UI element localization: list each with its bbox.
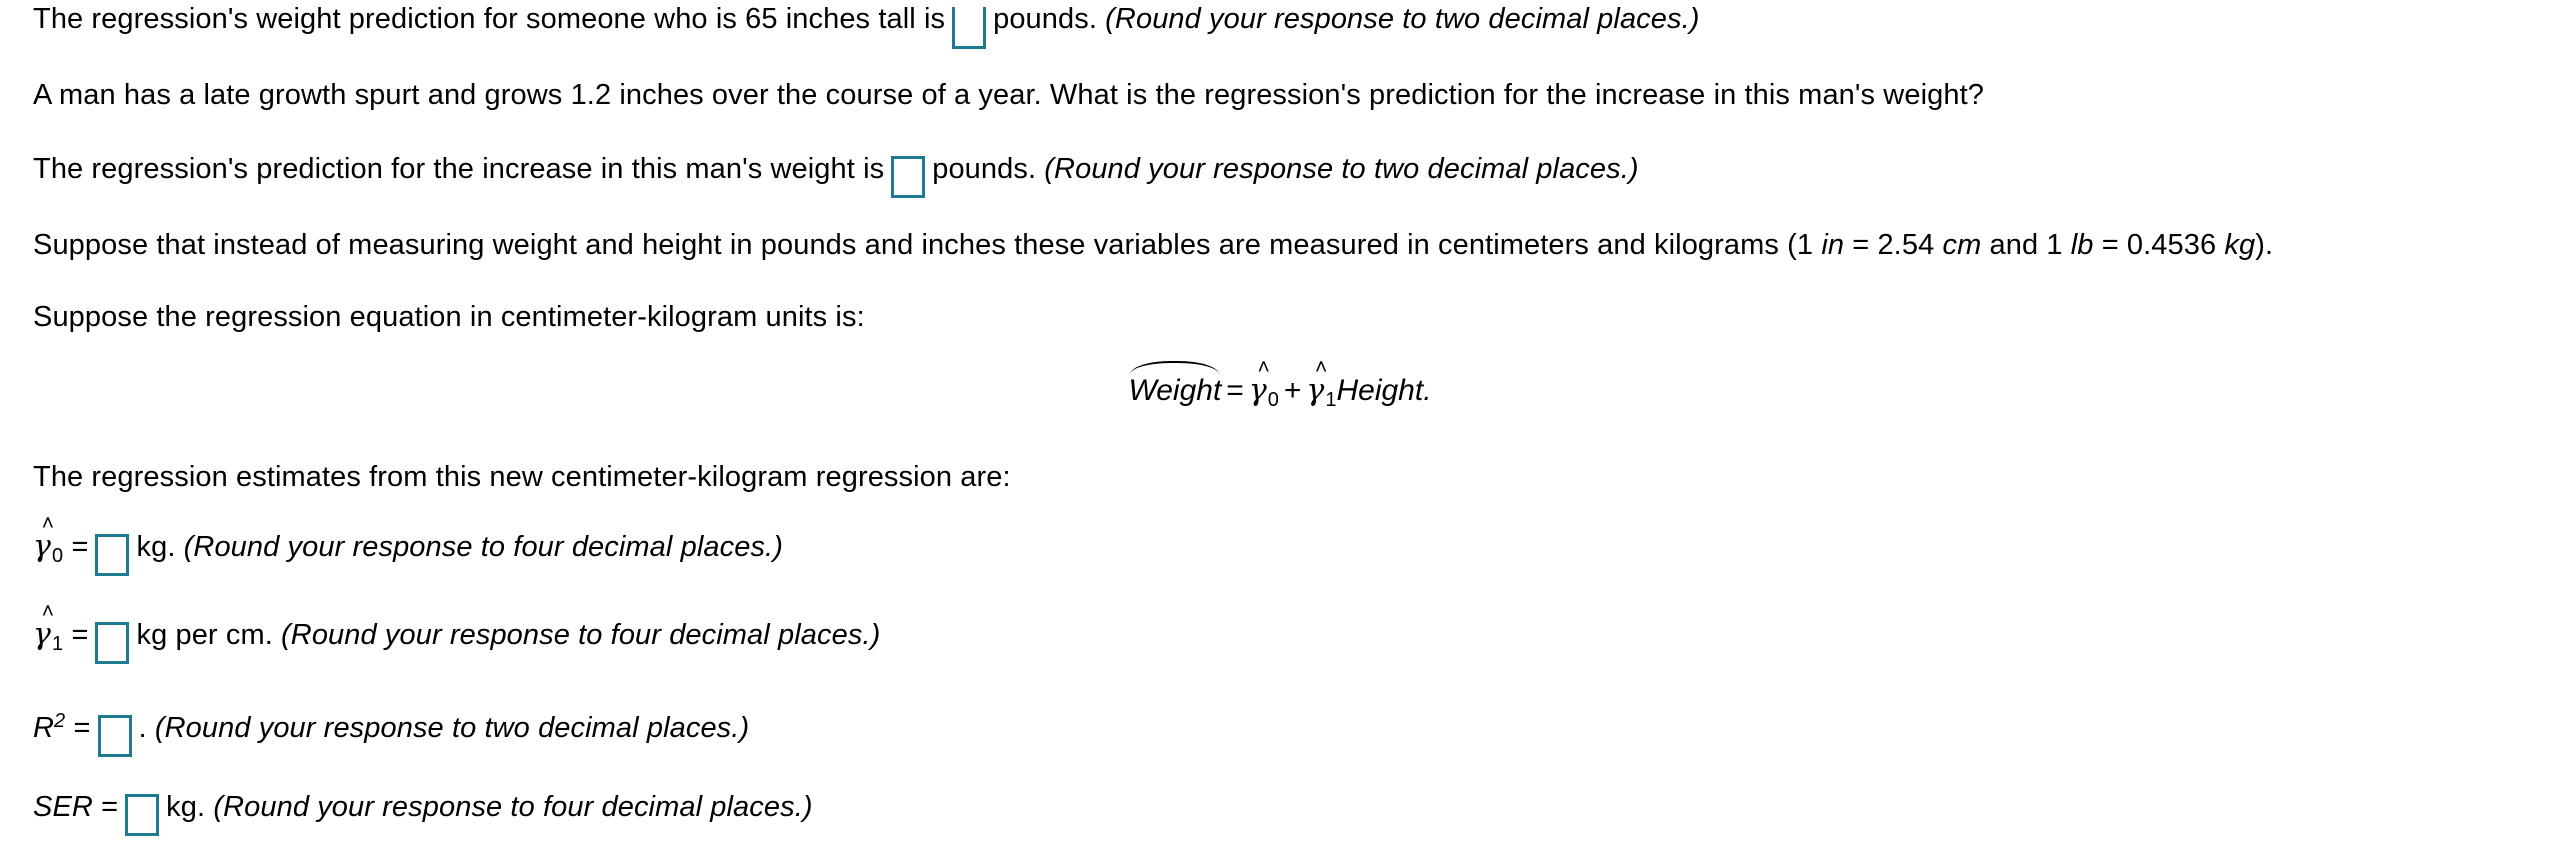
r-squared-label: R2	[33, 710, 66, 744]
hat-accent-icon: ˄	[1315, 356, 1328, 379]
equation-equals-sign: =	[1226, 374, 1244, 407]
line-4-text-part3: and 1	[1989, 229, 2063, 261]
weight-increase-input[interactable]	[891, 155, 926, 198]
r-squared-equals-sign: =	[73, 712, 91, 744]
line-1-prompt-text: The regression's weight prediction for s…	[33, 3, 946, 35]
line-1-unit-text: pounds.	[993, 3, 1097, 35]
gamma0-hat-label: ˄ γ0	[33, 513, 64, 567]
gamma0-unit-label: kg.	[136, 531, 176, 563]
weight-prediction-input[interactable]	[952, 7, 987, 49]
ser-input[interactable]	[125, 793, 160, 836]
equation-lhs-label: Weight	[1128, 374, 1222, 407]
gamma-subscript-1: 1	[52, 633, 64, 655]
r-squared-period: .	[138, 712, 147, 744]
question-line-5: Suppose the regression equation in centi…	[33, 300, 865, 334]
question-page: The regression's weight prediction for s…	[0, 0, 2560, 866]
gamma1-hat-symbol: ˄ γ1	[1306, 357, 1337, 411]
question-line-3: The regression's prediction for the incr…	[33, 152, 1639, 198]
r-symbol: R	[33, 712, 55, 744]
hat-accent-icon: ˄	[1257, 356, 1270, 379]
gamma1-rounding-note: (Round your response to four decimal pla…	[281, 619, 881, 651]
question-line-6: The regression estimates from this new c…	[33, 460, 1011, 494]
gamma0-input[interactable]	[95, 533, 130, 576]
gamma-subscript-0: 0	[1267, 389, 1279, 411]
gamma1-hat-label: ˄ γ1	[33, 601, 64, 655]
line-1-rounding-note: (Round your response to two decimal plac…	[1105, 3, 1700, 35]
line-4-text-part1: Suppose that instead of measuring weight…	[33, 229, 1814, 261]
gamma-subscript-0: 0	[52, 545, 64, 567]
ser-answer-line: SER = kg. (Round your response to four de…	[33, 790, 813, 836]
line-3-unit-text: pounds.	[932, 153, 1037, 185]
ser-label: SER	[33, 791, 93, 823]
unit-kilograms-abbrev: kg	[2224, 229, 2256, 261]
unit-centimeters-abbrev: cm	[1942, 229, 1982, 261]
gamma-subscript-1: 1	[1325, 389, 1337, 411]
unit-inches-abbrev: in	[1821, 229, 1845, 261]
line-3-prompt-text: The regression's prediction for the incr…	[33, 153, 885, 185]
unit-pounds-abbrev: lb	[2070, 229, 2094, 261]
wide-hat-icon	[1130, 361, 1220, 376]
regression-equation: Weight = ˄ γ0 + ˄ γ1Height.	[0, 357, 2560, 411]
question-line-4: Suppose that instead of measuring weight…	[33, 228, 2273, 262]
equation-inner: Weight = ˄ γ0 + ˄ γ1Height.	[1128, 357, 1432, 411]
r-squared-answer-line: R2 =. (Round your response to two decima…	[33, 704, 749, 757]
gamma1-unit-label: kg per cm.	[136, 619, 273, 651]
line-4-text-part4: = 0.4536	[2101, 229, 2217, 261]
gamma0-equals-sign: =	[71, 531, 89, 563]
line-4-text-part2: = 2.54	[1852, 229, 1935, 261]
question-line-1: The regression's weight prediction for s…	[33, 2, 1700, 49]
gamma0-answer-line: ˄ γ0 = kg. (Round your response to four de…	[33, 513, 783, 576]
gamma1-equals-sign: =	[71, 619, 89, 651]
weight-hat-term: Weight	[1128, 361, 1222, 408]
r-squared-rounding-note: (Round your response to two decimal plac…	[154, 712, 750, 744]
line-2-text: A man has a late growth spurt and grows …	[33, 79, 1984, 111]
ser-rounding-note: (Round your response to four decimal pla…	[213, 791, 813, 823]
r-squared-input[interactable]	[97, 714, 132, 757]
gamma1-answer-line: ˄ γ1 = kg per cm. (Round your response to …	[33, 601, 881, 664]
line-3-rounding-note: (Round your response to two decimal plac…	[1044, 153, 1639, 185]
ser-unit-label: kg.	[166, 791, 206, 823]
equation-rhs-variable: Height.	[1336, 374, 1432, 407]
hat-accent-icon: ˄	[41, 600, 55, 623]
line-5-text: Suppose the regression equation in centi…	[33, 301, 865, 333]
hat-accent-icon: ˄	[41, 512, 55, 535]
ser-equals-sign: =	[101, 791, 119, 823]
line-4-text-part5: ).	[2255, 229, 2274, 261]
question-line-2: A man has a late growth spurt and grows …	[33, 78, 1984, 112]
r-exponent-2: 2	[54, 710, 66, 732]
line-6-text: The regression estimates from this new c…	[33, 461, 1011, 493]
gamma1-input[interactable]	[95, 621, 130, 664]
gamma0-hat-symbol: ˄ γ0	[1249, 357, 1279, 411]
equation-plus-sign: +	[1283, 374, 1302, 407]
gamma0-rounding-note: (Round your response to four decimal pla…	[183, 531, 783, 563]
